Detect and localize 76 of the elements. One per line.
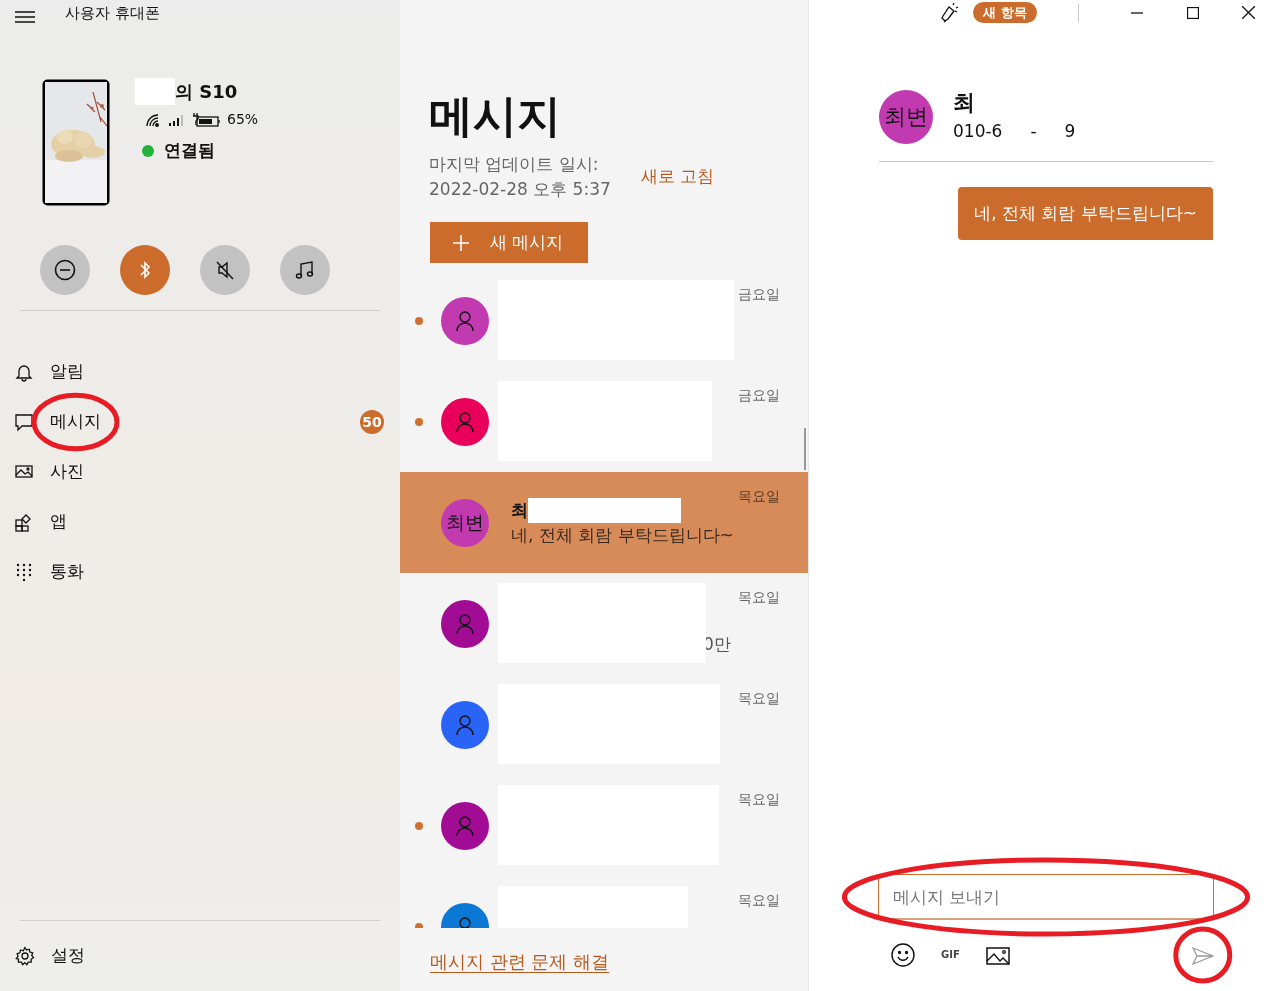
last-updated-label: 마지막 업데이트 일시: bbox=[429, 153, 600, 176]
connection-status: 연결됨 bbox=[164, 139, 215, 162]
conversation-item[interactable]: 목요일 bbox=[400, 876, 808, 928]
whats-new-badge[interactable]: 새 항목 bbox=[973, 1, 1037, 24]
person-icon bbox=[455, 309, 475, 332]
conversation-item[interactable]: 금요일 bbox=[400, 270, 808, 371]
person-icon bbox=[455, 814, 475, 837]
phone-number-part: - bbox=[1030, 120, 1037, 143]
emoji-icon bbox=[891, 943, 915, 968]
image-icon bbox=[985, 945, 1010, 966]
scrollbar-thumb[interactable] bbox=[804, 428, 806, 470]
do-not-disturb-button[interactable] bbox=[40, 245, 90, 295]
conversation-item[interactable]: 목요일 bbox=[400, 775, 808, 876]
unread-count: 50 bbox=[360, 410, 384, 434]
plus-icon bbox=[452, 233, 470, 252]
conversation-item[interactable]: 목요일 bbox=[400, 674, 808, 775]
conversation-item[interactable]: 최변 최 네, 전체 회람 부탁드립니다~ 목요일 bbox=[400, 472, 808, 573]
sidebar-label: 사진 bbox=[50, 460, 84, 484]
music-note-icon bbox=[294, 259, 316, 281]
settings-item[interactable]: 설정 bbox=[0, 921, 400, 991]
device-name: 의 S10 bbox=[175, 80, 238, 104]
sidebar-item[interactable]: 알림 bbox=[0, 347, 400, 397]
wifi-signal-icon bbox=[145, 112, 162, 127]
message-date: 목요일 bbox=[738, 487, 780, 506]
message-bubble: 네, 전체 회람 부탁드립니다~ bbox=[958, 186, 1213, 240]
message-date: 목요일 bbox=[738, 588, 780, 607]
menu-icon bbox=[15, 11, 35, 23]
gear-icon bbox=[15, 946, 35, 966]
refresh-link[interactable]: 새로 고침 bbox=[640, 164, 715, 190]
sidebar-label: 메시지 bbox=[50, 410, 101, 434]
contact-name: 최 bbox=[511, 498, 528, 522]
message-date: 목요일 bbox=[738, 689, 780, 708]
message-date: 목요일 bbox=[738, 790, 780, 809]
app-title: 사용자 휴대폰 bbox=[65, 3, 160, 24]
chat-bubble-icon bbox=[15, 412, 34, 432]
new-message-button[interactable]: 새 메시지 bbox=[430, 222, 588, 263]
mute-button[interactable] bbox=[200, 245, 250, 295]
person-icon bbox=[455, 410, 475, 433]
page-title: 메시지 bbox=[429, 89, 562, 143]
last-updated-time: 2022-02-28 오후 5:37 bbox=[429, 178, 611, 201]
person-icon bbox=[455, 713, 475, 736]
muted-speaker-icon bbox=[214, 259, 236, 281]
sidebar-label: 통화 bbox=[50, 560, 84, 584]
battery-percent: 65% bbox=[227, 110, 259, 129]
contact-initials: 최변 bbox=[879, 89, 933, 144]
close-icon bbox=[1242, 6, 1256, 19]
sidebar-item[interactable]: 사진 bbox=[0, 447, 400, 497]
contact-initials: 최변 bbox=[441, 498, 489, 547]
sidebar-item[interactable]: 통화 bbox=[0, 547, 400, 597]
dialpad-icon bbox=[15, 562, 34, 582]
gif-button[interactable]: GIF bbox=[941, 948, 960, 962]
contact-name: 최 bbox=[953, 89, 976, 117]
message-date: 금요일 bbox=[738, 285, 780, 304]
message-date: 목요일 bbox=[738, 891, 780, 910]
message-date: 금요일 bbox=[738, 386, 780, 405]
message-preview: 네, 전체 회람 부탁드립니다~ bbox=[511, 524, 735, 548]
bluetooth-button[interactable] bbox=[120, 245, 170, 295]
cell-signal-icon bbox=[168, 112, 185, 127]
maximize-icon bbox=[1186, 6, 1199, 19]
send-icon bbox=[1191, 946, 1214, 965]
megaphone-icon bbox=[939, 2, 959, 23]
phone-number-part: 9 bbox=[1064, 120, 1076, 143]
emoji-button[interactable] bbox=[891, 942, 915, 968]
sidebar-item[interactable]: 메시지 50 bbox=[0, 397, 400, 447]
message-input[interactable]: 메시지 보내기 bbox=[878, 874, 1214, 920]
do-not-disturb-icon bbox=[54, 259, 76, 281]
person-icon bbox=[455, 612, 475, 635]
settings-label: 설정 bbox=[51, 944, 85, 968]
sidebar-label: 알림 bbox=[50, 360, 84, 384]
media-button[interactable] bbox=[280, 245, 330, 295]
conversation-item[interactable]: 금요일 bbox=[400, 371, 808, 472]
troubleshoot-link[interactable]: 메시지 관련 문제 해결 bbox=[430, 948, 610, 975]
phone-number-part: 010-6 bbox=[953, 120, 1003, 143]
sidebar-item[interactable]: 앱 bbox=[0, 497, 400, 547]
sidebar-label: 앱 bbox=[50, 510, 67, 534]
bell-icon bbox=[15, 362, 34, 382]
